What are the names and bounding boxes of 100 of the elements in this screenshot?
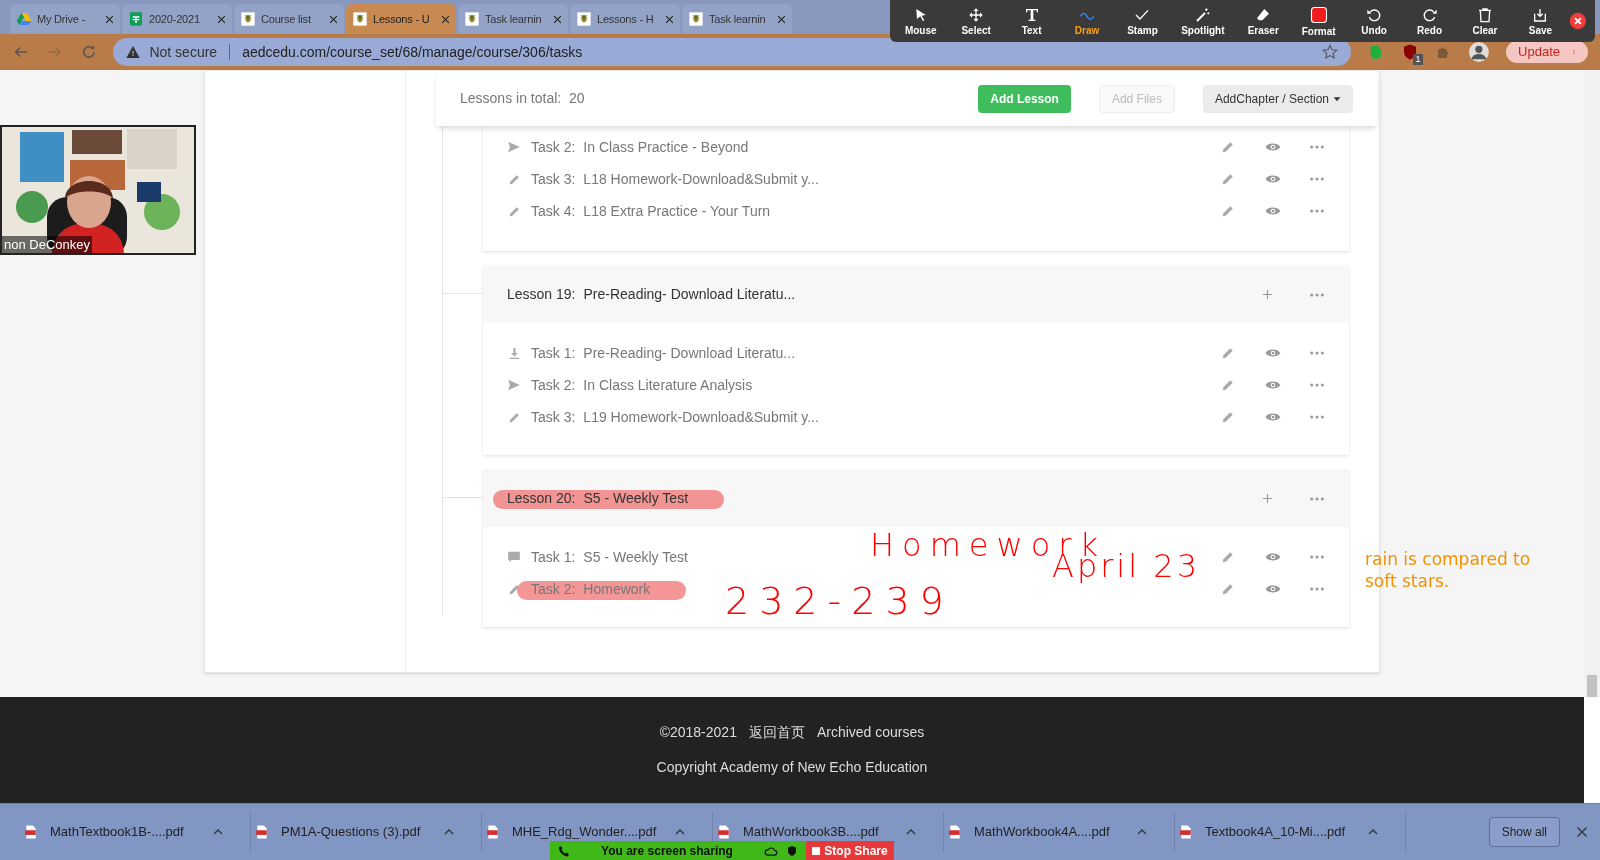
pencil-icon[interactable] (1221, 204, 1235, 218)
close-icon[interactable] (665, 14, 674, 24)
close-icon[interactable] (217, 14, 226, 24)
toolbar-button[interactable]: Undo (1347, 2, 1401, 40)
save-icon (1532, 6, 1549, 23)
participant-name: non DeConkey (2, 236, 92, 253)
pdf-file-icon (24, 824, 38, 840)
crest-icon (464, 11, 480, 27)
archived-courses-link[interactable]: Archived courses (816, 722, 925, 743)
close-icon[interactable] (441, 14, 450, 24)
update-button[interactable]: Update (1506, 41, 1588, 63)
security-label: Not secure (149, 42, 218, 62)
avatar-icon[interactable] (1468, 41, 1491, 63)
pdf-file-icon (486, 824, 500, 840)
lesson-number: Lesson 20: (507, 489, 576, 508)
toolbar-button[interactable]: Save (1513, 2, 1568, 40)
add-icon[interactable] (1262, 289, 1273, 300)
show-all-button[interactable]: Show all (1488, 817, 1560, 847)
crest-icon (240, 11, 256, 27)
browser-tab[interactable]: Task learnin (458, 4, 568, 34)
browser-tab[interactable]: Lessons - H (570, 4, 680, 34)
toolbar-button[interactable]: Select (949, 2, 1003, 40)
download-item[interactable]: PM1A-Questions (3).pdf (251, 812, 482, 852)
crest-icon (352, 11, 368, 27)
browser-tab[interactable]: My Drive - (10, 4, 120, 34)
drive-icon (16, 11, 32, 27)
task-title: S5 - Weekly Test (583, 547, 688, 567)
close-icon[interactable] (329, 14, 338, 24)
browser-tab[interactable]: Lessons - U (346, 4, 456, 34)
eraser-icon (1255, 6, 1272, 23)
move-icon (968, 6, 985, 23)
pencil-icon[interactable] (1221, 140, 1235, 154)
toolbar-button[interactable]: Format (1291, 2, 1346, 40)
pencil-icon[interactable] (1221, 346, 1235, 360)
task-title: L18 Homework-Download&Submit y... (583, 169, 819, 189)
lesson-title: S5 - Weekly Test (583, 489, 689, 508)
task-number: Task 3: (531, 169, 576, 189)
pencil-icon[interactable] (1221, 378, 1235, 392)
task-title: Homework (583, 579, 651, 599)
download-item[interactable]: MathTextbook1B-....pdf (20, 812, 251, 852)
shield-icon[interactable] (786, 844, 798, 857)
toolbar-button[interactable]: Clear (1458, 2, 1512, 40)
close-icon[interactable] (1569, 12, 1587, 30)
annotation-text: rain is compared to soft stars. (1365, 548, 1532, 592)
add-icon[interactable] (1262, 493, 1273, 504)
toolbar-button[interactable]: Eraser (1236, 2, 1290, 40)
text-tool-icon (1023, 6, 1040, 23)
pencil-icon[interactable] (1221, 550, 1235, 564)
copyright-text: Copyright Academy of New Echo Education (656, 758, 928, 777)
task-number: Task 2: (531, 137, 576, 157)
lesson-number: Lesson 19: (507, 285, 576, 304)
toolbar-button[interactable]: Redo (1402, 2, 1457, 40)
address-bar[interactable]: Not secure aedcedu.com/course_set/68/manage/course/306/tasks (113, 38, 1351, 66)
toolbar-button[interactable]: Mouse (894, 2, 948, 40)
crest-icon (688, 11, 704, 27)
paper-plane-icon (507, 140, 521, 154)
toolbar-button[interactable]: Spotlight (1171, 2, 1235, 40)
browser-tab[interactable]: Task learnin (682, 4, 792, 34)
toolbar-button[interactable]: Stamp (1115, 2, 1170, 40)
crest-icon (576, 11, 592, 27)
browser-tab[interactable]: 2020-2021 (122, 4, 232, 34)
pencil-icon[interactable] (1221, 410, 1235, 424)
magic-wand-icon (1194, 6, 1211, 23)
add-chapter-button[interactable]: AddChapter / Section (1202, 84, 1353, 113)
task-number: Task 1: (531, 547, 576, 567)
close-icon[interactable] (105, 14, 114, 24)
close-icon[interactable] (777, 14, 786, 24)
download-item[interactable]: Textbook4A_10-Mi....pdf (1175, 812, 1406, 852)
task-number: Task 1: (531, 343, 576, 363)
phone-icon (558, 844, 570, 857)
paper-plane-icon (507, 378, 521, 392)
pencil-icon[interactable] (1221, 172, 1235, 186)
toolbar-button[interactable]: Draw (1060, 2, 1114, 40)
lessons-total-label: Lessons in total: 20 (460, 89, 585, 108)
toolbar-button[interactable]: Text (1004, 2, 1059, 40)
pdf-file-icon (717, 824, 731, 840)
handwritten-note: 232-239 (725, 582, 954, 620)
count-badge: 1 (1413, 54, 1423, 65)
redo-icon (1421, 6, 1438, 23)
scrollbar-thumb[interactable] (1587, 675, 1597, 697)
pencil-icon[interactable] (1221, 582, 1235, 596)
task-number: Task 2: (531, 375, 576, 395)
lesson-header[interactable]: Lesson 20: S5 - Weekly Test (483, 470, 1349, 527)
undo-icon (1366, 6, 1383, 23)
pdf-file-icon (948, 824, 962, 840)
task-title: In Class Practice - Beyond (583, 137, 749, 157)
pdf-file-icon (255, 824, 269, 840)
task-number: Task 3: (531, 407, 576, 427)
stop-share-button[interactable]: Stop Share (806, 841, 894, 860)
close-icon[interactable] (553, 14, 562, 24)
download-item[interactable]: MathWorkbook4A....pdf (944, 812, 1175, 852)
star-icon[interactable] (1320, 43, 1339, 61)
copyright-years: ©2018-2021 (659, 723, 737, 742)
lesson-title: Pre-Reading- Download Literatu... (583, 285, 796, 304)
task-title: In Class Literature Analysis (583, 375, 753, 395)
task-number: Task 4: (531, 201, 576, 221)
lesson-header[interactable]: Lesson 19: Pre-Reading- Download Literatu... (483, 266, 1349, 323)
home-link[interactable]: 返回首页 (748, 722, 805, 743)
pencil-icon (507, 204, 521, 218)
browser-tab[interactable]: Course list (234, 4, 344, 34)
